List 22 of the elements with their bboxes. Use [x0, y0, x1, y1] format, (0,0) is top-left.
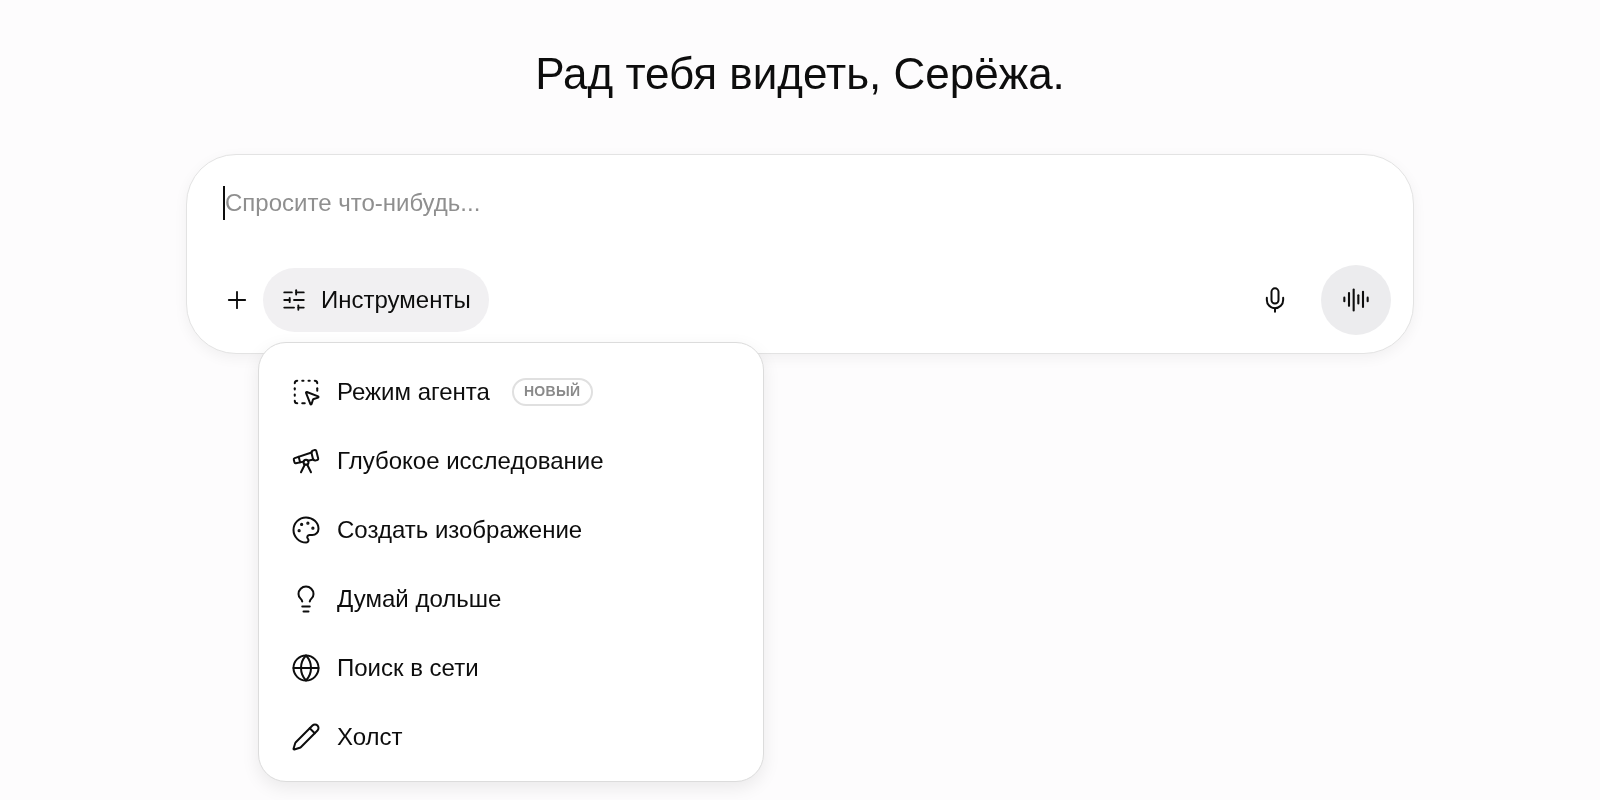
text-cursor [223, 186, 225, 220]
menu-item-label: Глубокое исследование [337, 445, 604, 476]
menu-item[interactable]: Думай дольше [273, 564, 749, 633]
menu-item-label: Думай дольше [337, 583, 502, 614]
pencil-icon [291, 721, 321, 752]
palette-icon [291, 514, 321, 545]
menu-item-label: Режим агента [337, 376, 490, 407]
globe-icon [291, 652, 321, 683]
menu-item[interactable]: Создать изображение [273, 495, 749, 564]
tools-button[interactable]: Инструменты [263, 268, 489, 332]
menu-item-label: Создать изображение [337, 514, 583, 545]
greeting-heading: Рад тебя видеть, Серёжа. [535, 48, 1065, 100]
new-badge: НОВЫЙ [511, 377, 593, 406]
menu-item-label: Холст [337, 721, 403, 752]
menu-item[interactable]: Холст [273, 702, 749, 771]
menu-item-label: Поиск в сети [337, 652, 479, 683]
audio-lines-icon [1342, 286, 1370, 314]
prompt-input[interactable]: Спросите что-нибудь... [225, 185, 1377, 221]
menu-item[interactable]: Глубокое исследование [273, 426, 749, 495]
menu-item[interactable]: Режим агента НОВЫЙ [273, 357, 749, 426]
menu-item[interactable]: Поиск в сети [273, 633, 749, 702]
sliders-icon [281, 287, 307, 313]
